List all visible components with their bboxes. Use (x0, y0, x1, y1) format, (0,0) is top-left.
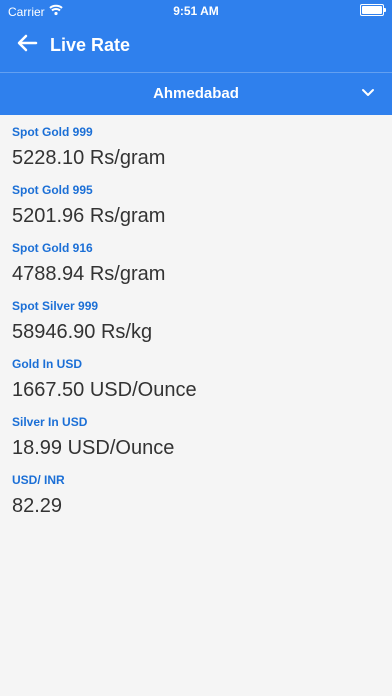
battery-icon (360, 4, 386, 16)
rate-item-usd-inr: USD/ INR 82.29 (12, 471, 380, 521)
city-selector[interactable]: Ahmedabad (0, 72, 392, 115)
chevron-down-icon[interactable] (360, 85, 376, 101)
rate-label: Spot Gold 916 (12, 241, 93, 255)
status-bar: Carrier 9:51 AM (0, 0, 392, 20)
back-arrow-icon (16, 32, 38, 59)
rate-label: Spot Gold 995 (12, 183, 93, 197)
rate-label: Silver In USD (12, 415, 88, 429)
app-header: Carrier 9:51 AM Live Rate (0, 0, 392, 72)
back-button[interactable] (14, 32, 40, 58)
rate-item-gold-in-usd: Gold In USD 1667.50 USD/Ounce (12, 355, 380, 405)
rate-value: 5201.96 Rs/gram (12, 205, 166, 227)
nav-bar: Live Rate (0, 26, 392, 64)
rate-item-silver-in-usd: Silver In USD 18.99 USD/Ounce (12, 413, 380, 463)
rate-value: 4788.94 Rs/gram (12, 263, 166, 285)
rate-label: Spot Gold 999 (12, 125, 93, 139)
rate-label: Gold In USD (12, 357, 82, 371)
rate-item-spot-silver-999: Spot Silver 999 58946.90 Rs/kg (12, 297, 380, 347)
rate-item-spot-gold-995: Spot Gold 995 5201.96 Rs/gram (12, 181, 380, 231)
rate-value: 1667.50 USD/Ounce (12, 379, 197, 401)
rate-value: 82.29 (12, 495, 63, 517)
city-selector-label: Ahmedabad (153, 85, 239, 102)
rate-item-spot-gold-999: Spot Gold 999 5228.10 Rs/gram (12, 123, 380, 173)
rate-label: Spot Silver 999 (12, 299, 99, 313)
rate-value: 18.99 USD/Ounce (12, 437, 175, 459)
page-title: Live Rate (50, 34, 131, 55)
rate-label: USD/ INR (12, 473, 65, 487)
rate-value: 5228.10 Rs/gram (12, 147, 166, 169)
rate-item-spot-gold-916: Spot Gold 916 4788.94 Rs/gram (12, 239, 380, 289)
status-right (360, 4, 386, 16)
rate-list: Spot Gold 999 5228.10 Rs/gram Spot Gold … (0, 123, 392, 521)
status-time: 9:51 AM (173, 4, 219, 18)
rate-value: 58946.90 Rs/kg (12, 321, 153, 343)
